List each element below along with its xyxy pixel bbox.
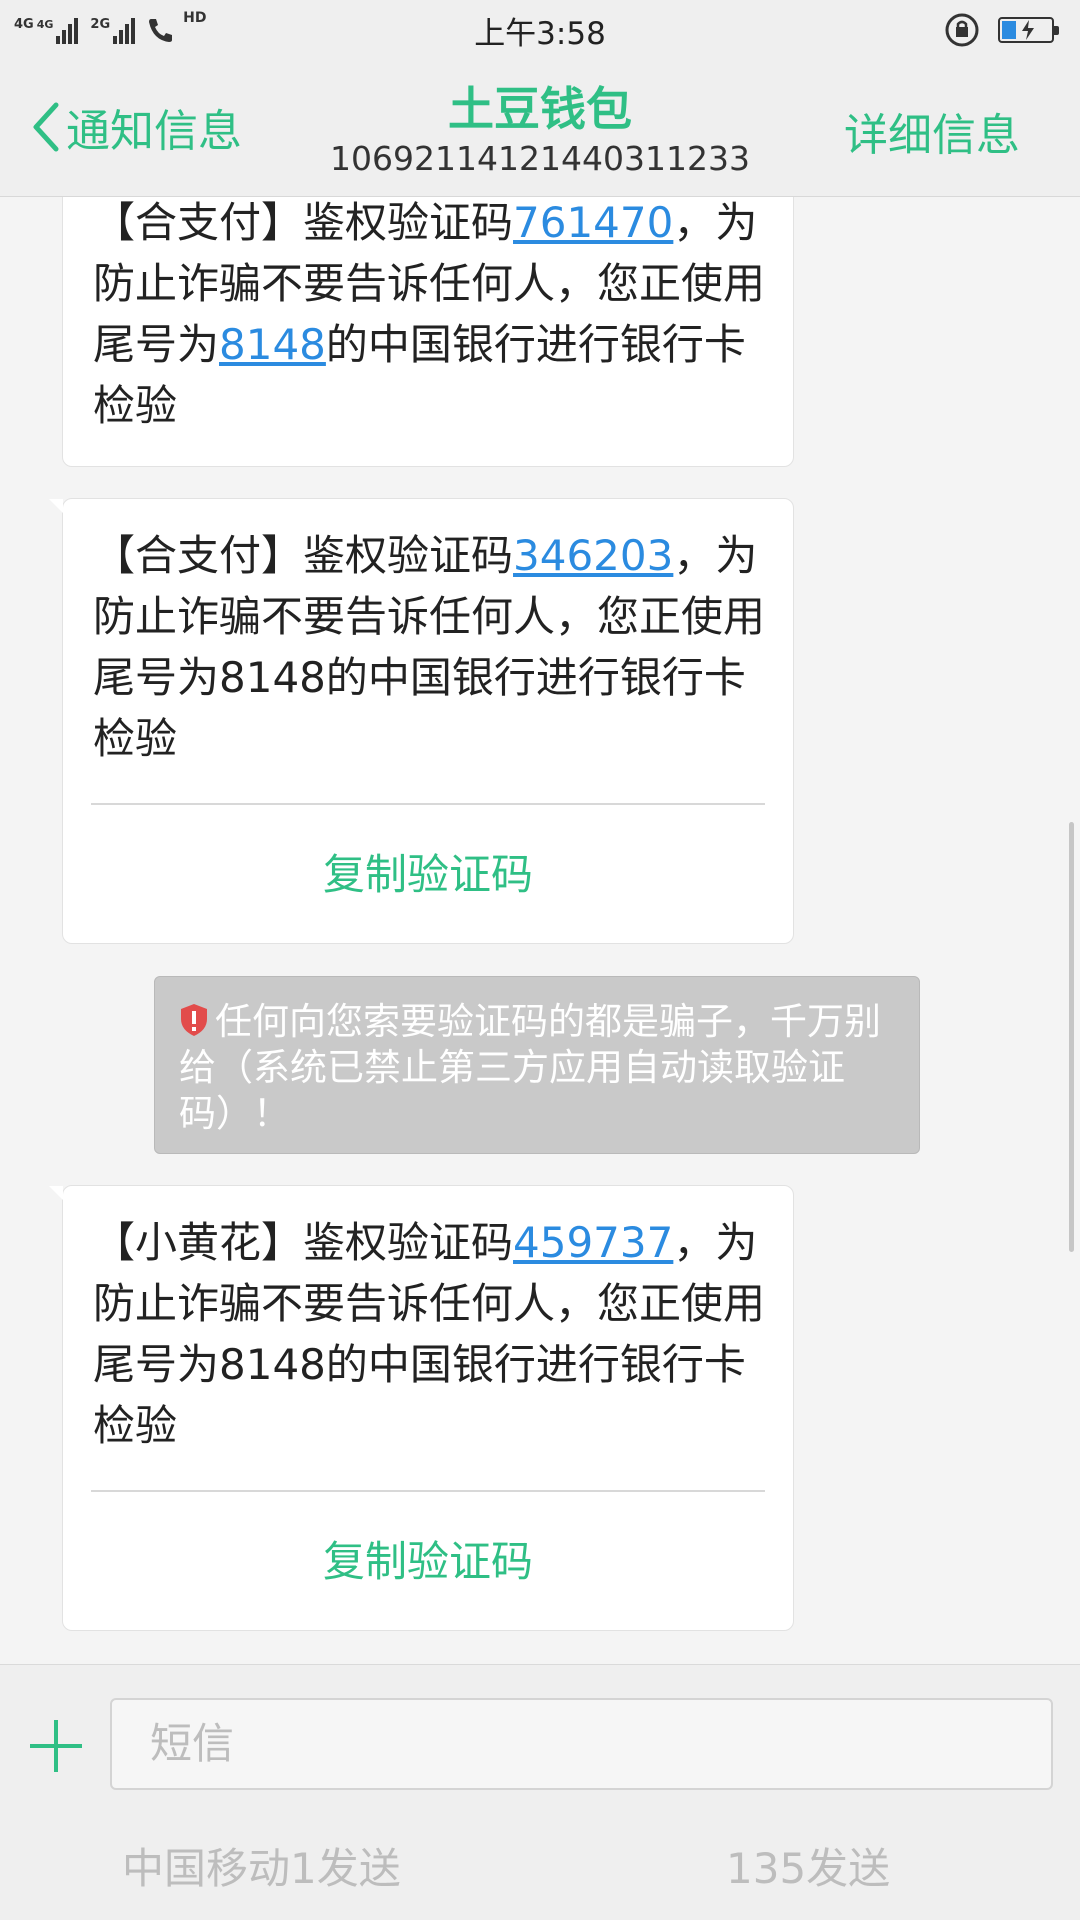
message-text: 【小黄花】鉴权验证码459737，为防止诈骗不要告诉任何人，您正使用尾号为814… [63, 1186, 793, 1490]
scrollbar[interactable] [1069, 822, 1074, 1252]
details-button[interactable]: 详细信息 [844, 99, 1020, 163]
message-bubble[interactable]: 【合支付】鉴权验证码346203，为防止诈骗不要告诉任何人，您正使用尾号为814… [49, 498, 794, 944]
status-bar: 4G 4G 2G HD 上午3:58 [0, 0, 1080, 55]
shield-alert-icon [181, 1004, 207, 1036]
verification-code-link[interactable]: 761470 [513, 198, 673, 247]
plus-icon[interactable] [30, 1720, 82, 1772]
send-sim2-button[interactable]: 135发送 [726, 1835, 890, 1896]
bubble-tail [49, 499, 63, 513]
battery-charging-icon [998, 17, 1059, 43]
fraud-warning: 任何向您索要验证码的都是骗子，千万别给（系统已禁止第三方应用自动读取验证码）！ [154, 976, 920, 1154]
rotation-lock-icon [945, 13, 979, 47]
warning-text: 任何向您索要验证码的都是骗子，千万别给（系统已禁止第三方应用自动读取验证码）！ [179, 1000, 881, 1135]
message-input[interactable]: 短信 [110, 1698, 1053, 1790]
verification-code-link[interactable]: 459737 [513, 1218, 673, 1267]
message-prefix: 【合支付】鉴权验证码 [93, 198, 514, 247]
verification-code-link[interactable]: 346203 [513, 531, 673, 580]
conversation-header: 通知信息 土豆钱包 1069211412144031123​3 详细信息 [0, 55, 1080, 197]
message-bubble[interactable]: 【小黄花】鉴权验证码459737，为防止诈骗不要告诉任何人，您正使用尾号为814… [49, 1185, 794, 1631]
bubble-tail [49, 1186, 63, 1200]
status-time: 上午3:58 [474, 16, 606, 52]
message-text: 【合支付】鉴权验证码761470，为防止诈骗不要告诉任何人，您正使用尾号为814… [63, 197, 793, 436]
message-prefix: 【合支付】鉴权验证码 [93, 531, 514, 580]
copy-code-button[interactable]: 复制验证码 [63, 805, 793, 937]
message-list[interactable]: 【合支付】鉴权验证码761470，为防止诈骗不要告诉任何人，您正使用尾号为814… [0, 197, 1080, 1664]
send-sim1-button[interactable]: 中国移动1发送 [122, 1835, 401, 1896]
message-bubble[interactable]: 【合支付】鉴权验证码761470，为防止诈骗不要告诉任何人，您正使用尾号为814… [62, 197, 794, 467]
copy-code-button[interactable]: 复制验证码 [63, 1492, 793, 1624]
message-text: 【合支付】鉴权验证码346203，为防止诈骗不要告诉任何人，您正使用尾号为814… [63, 499, 793, 803]
message-prefix: 【小黄花】鉴权验证码 [93, 1218, 514, 1267]
card-number-link[interactable]: 8148 [219, 320, 326, 369]
message-composer: 短信 中国移动1发送 135发送 [0, 1664, 1080, 1920]
